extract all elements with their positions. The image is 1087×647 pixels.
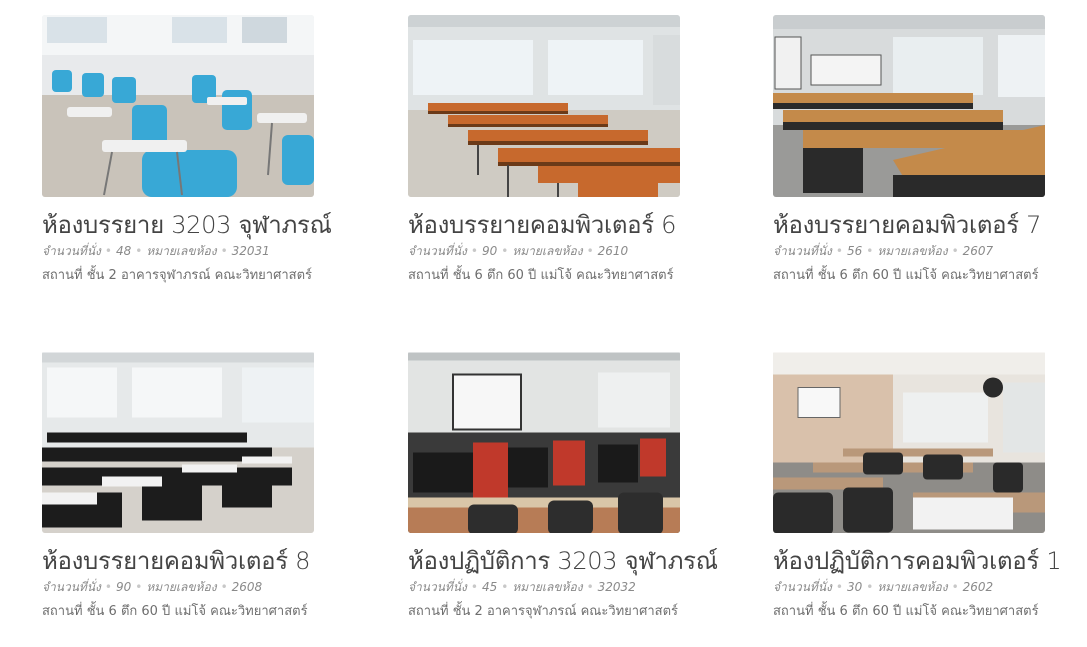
separator-dot: • — [501, 580, 509, 594]
room-photo[interactable] — [408, 351, 680, 533]
room-number-label: หมายเลขห้อง — [146, 580, 217, 594]
separator-dot: • — [220, 244, 228, 258]
room-location: สถานที่ ชั้น 2 อาคารจุฬาภรณ์ คณะวิทยาศาส… — [42, 268, 313, 283]
seats-label: จำนวนที่นั่ง — [408, 580, 467, 594]
room-location: สถานที่ ชั้น 6 ตึก 60 ปี แม่โจ้ คณะวิทยา… — [408, 268, 674, 283]
room-meta: จำนวนที่นั่ง • 56 • หมายเลขห้อง • 2607 — [773, 242, 1087, 260]
room-title[interactable]: ห้องปฏิบัติการคอมพิวเตอร์ 1 — [773, 546, 1087, 576]
seats-value: 90 — [115, 580, 132, 594]
room-number-value: 32032 — [597, 580, 636, 594]
room-meta: จำนวนที่นั่ง • 45 • หมายเลขห้อง • 32032 — [408, 578, 738, 596]
seats-value: 56 — [846, 244, 863, 258]
seats-label: จำนวนที่นั่ง — [408, 244, 467, 258]
separator-dot: • — [586, 580, 594, 594]
seats-value: 90 — [481, 244, 498, 258]
room-title[interactable]: ห้องบรรยายคอมพิวเตอร์ 6 — [408, 210, 738, 240]
seats-label: จำนวนที่นั่ง — [773, 580, 832, 594]
room-number-label: หมายเลขห้อง — [877, 580, 948, 594]
separator-dot: • — [501, 244, 509, 258]
separator-dot: • — [586, 244, 594, 258]
room-meta: จำนวนที่นั่ง • 90 • หมายเลขห้อง • 2608 — [42, 578, 372, 596]
room-card[interactable]: ห้องปฏิบัติการ 3203 จุฬาภรณ์ จำนวนที่นั่… — [408, 351, 738, 621]
separator-dot: • — [951, 244, 959, 258]
seats-value: 48 — [115, 244, 132, 258]
seats-label: จำนวนที่นั่ง — [42, 244, 101, 258]
room-card[interactable]: ห้องปฏิบัติการคอมพิวเตอร์ 1 จำนวนที่นั่ง… — [773, 351, 1087, 621]
separator-dot: • — [104, 244, 112, 258]
room-card[interactable]: ห้องบรรยายคอมพิวเตอร์ 6 จำนวนที่นั่ง • 90 •… — [408, 15, 738, 285]
room-number-label: หมายเลขห้อง — [146, 244, 217, 258]
seats-value: 30 — [846, 580, 863, 594]
room-title[interactable]: ห้องปฏิบัติการ 3203 จุฬาภรณ์ — [408, 546, 738, 576]
room-location: สถานที่ ชั้น 6 ตึก 60 ปี แม่โจ้ คณะวิทยา… — [773, 604, 1039, 619]
seats-label: จำนวนที่นั่ง — [42, 580, 101, 594]
room-title[interactable]: ห้องบรรยาย 3203 จุฬาภรณ์ — [42, 210, 372, 240]
separator-dot: • — [104, 580, 112, 594]
room-meta: จำนวนที่นั่ง • 90 • หมายเลขห้อง • 2610 — [408, 242, 738, 260]
separator-dot: • — [470, 244, 478, 258]
room-number-label: หมายเลขห้อง — [877, 244, 948, 258]
separator-dot: • — [135, 580, 143, 594]
room-number-value: 2610 — [597, 244, 629, 258]
room-location: สถานที่ ชั้น 6 ตึก 60 ปี แม่โจ้ คณะวิทยา… — [42, 604, 308, 619]
room-number-value: 2608 — [231, 580, 263, 594]
room-card[interactable]: ห้องบรรยายคอมพิวเตอร์ 7 จำนวนที่นั่ง • 56 •… — [773, 15, 1087, 285]
room-card[interactable]: ห้องบรรยาย 3203 จุฬาภรณ์ จำนวนที่นั่ง • 48… — [42, 15, 372, 285]
room-location: สถานที่ ชั้น 6 ตึก 60 ปี แม่โจ้ คณะวิทยา… — [773, 268, 1039, 283]
separator-dot: • — [835, 580, 843, 594]
room-title[interactable]: ห้องบรรยายคอมพิวเตอร์ 7 — [773, 210, 1087, 240]
seats-label: จำนวนที่นั่ง — [773, 244, 832, 258]
separator-dot: • — [470, 580, 478, 594]
room-photo[interactable] — [773, 15, 1045, 197]
separator-dot: • — [866, 580, 874, 594]
room-location: สถานที่ ชั้น 2 อาคารจุฬาภรณ์ คณะวิทยาศาส… — [408, 604, 679, 619]
room-photo[interactable] — [42, 351, 314, 533]
separator-dot: • — [866, 244, 874, 258]
room-number-value: 32031 — [231, 244, 270, 258]
separator-dot: • — [220, 580, 228, 594]
separator-dot: • — [135, 244, 143, 258]
room-number-value: 2607 — [962, 244, 994, 258]
seats-value: 45 — [481, 580, 498, 594]
room-meta: จำนวนที่นั่ง • 30 • หมายเลขห้อง • 2602 — [773, 578, 1087, 596]
room-card[interactable]: ห้องบรรยายคอมพิวเตอร์ 8 จำนวนที่นั่ง • 90 •… — [42, 351, 372, 621]
room-number-value: 2602 — [962, 580, 994, 594]
room-photo[interactable] — [42, 15, 314, 197]
separator-dot: • — [835, 244, 843, 258]
separator-dot: • — [951, 580, 959, 594]
room-number-label: หมายเลขห้อง — [512, 244, 583, 258]
room-photo[interactable] — [408, 15, 680, 197]
room-photo[interactable] — [773, 351, 1045, 533]
room-meta: จำนวนที่นั่ง • 48 • หมายเลขห้อง • 32031 — [42, 242, 372, 260]
room-title[interactable]: ห้องบรรยายคอมพิวเตอร์ 8 — [42, 546, 372, 576]
room-number-label: หมายเลขห้อง — [512, 580, 583, 594]
